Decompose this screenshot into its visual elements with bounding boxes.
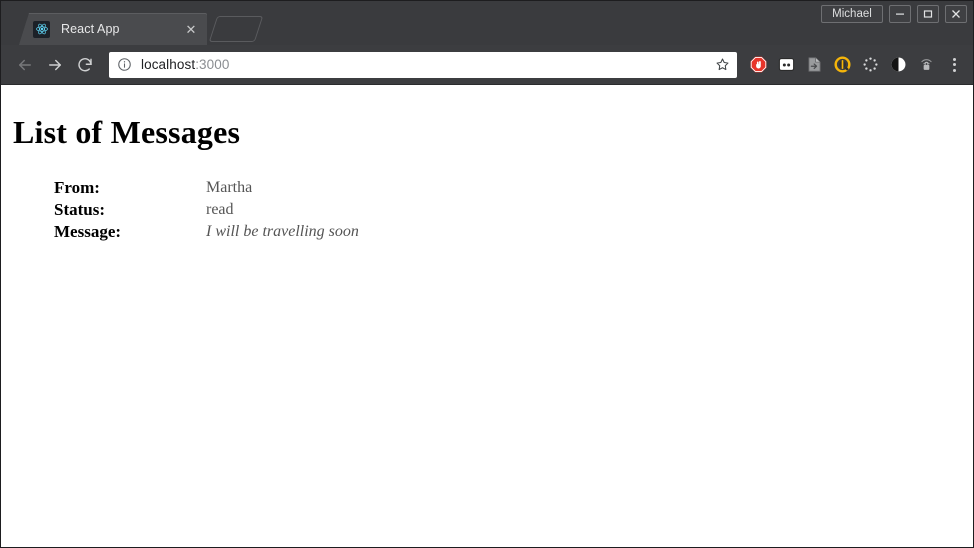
loading-ring-icon[interactable] — [857, 52, 883, 78]
forward-button[interactable] — [41, 51, 69, 79]
tab-close-icon[interactable]: ✕ — [183, 21, 199, 37]
page-title: List of Messages — [13, 114, 241, 150]
message-label: Message: — [54, 222, 122, 241]
message-value: I will be travelling soon — [206, 223, 359, 240]
url-port: :3000 — [195, 57, 230, 72]
minimize-button[interactable] — [889, 5, 911, 23]
back-button[interactable] — [11, 51, 39, 79]
url-host: localhost — [141, 57, 196, 72]
tab-title: React App — [61, 22, 120, 36]
message-list: From: Martha Status: read Message: I wil… — [9, 177, 965, 243]
browser-window: React App ✕ Michael localhost:3000 List … — [0, 0, 974, 548]
page-content: List of Messages From: Martha Status: re… — [1, 85, 973, 251]
lastpass-icon[interactable] — [773, 52, 799, 78]
title-bar: React App ✕ Michael — [1, 1, 973, 45]
star-icon[interactable] — [713, 56, 731, 74]
new-tab-button[interactable] — [208, 16, 264, 42]
privacy-lock-icon[interactable] — [913, 52, 939, 78]
dark-reader-icon[interactable] — [885, 52, 911, 78]
page-action-icon[interactable] — [801, 52, 827, 78]
info-circle-icon[interactable] — [117, 57, 133, 73]
status-label: Status: — [54, 200, 106, 219]
profile-button[interactable]: Michael — [821, 5, 883, 23]
from-label: From: — [54, 178, 100, 197]
browser-toolbar: localhost:3000 — [1, 45, 973, 85]
maximize-button[interactable] — [917, 5, 939, 23]
browser-tab[interactable]: React App ✕ — [19, 13, 207, 45]
url-text: localhost:3000 — [141, 57, 713, 72]
honey-icon[interactable] — [829, 52, 855, 78]
react-atom-icon — [33, 20, 50, 38]
three-dot-menu-icon[interactable] — [943, 52, 965, 78]
window-controls: Michael — [821, 5, 967, 23]
status-value: read — [206, 201, 234, 218]
adblock-icon[interactable] — [745, 52, 771, 78]
message-item: From: Martha Status: read Message: I wil… — [54, 177, 965, 243]
page-viewport: List of Messages From: Martha Status: re… — [1, 85, 973, 547]
close-button[interactable] — [945, 5, 967, 23]
from-value: Martha — [206, 179, 253, 196]
address-bar[interactable]: localhost:3000 — [109, 51, 737, 78]
reload-button[interactable] — [71, 51, 99, 79]
